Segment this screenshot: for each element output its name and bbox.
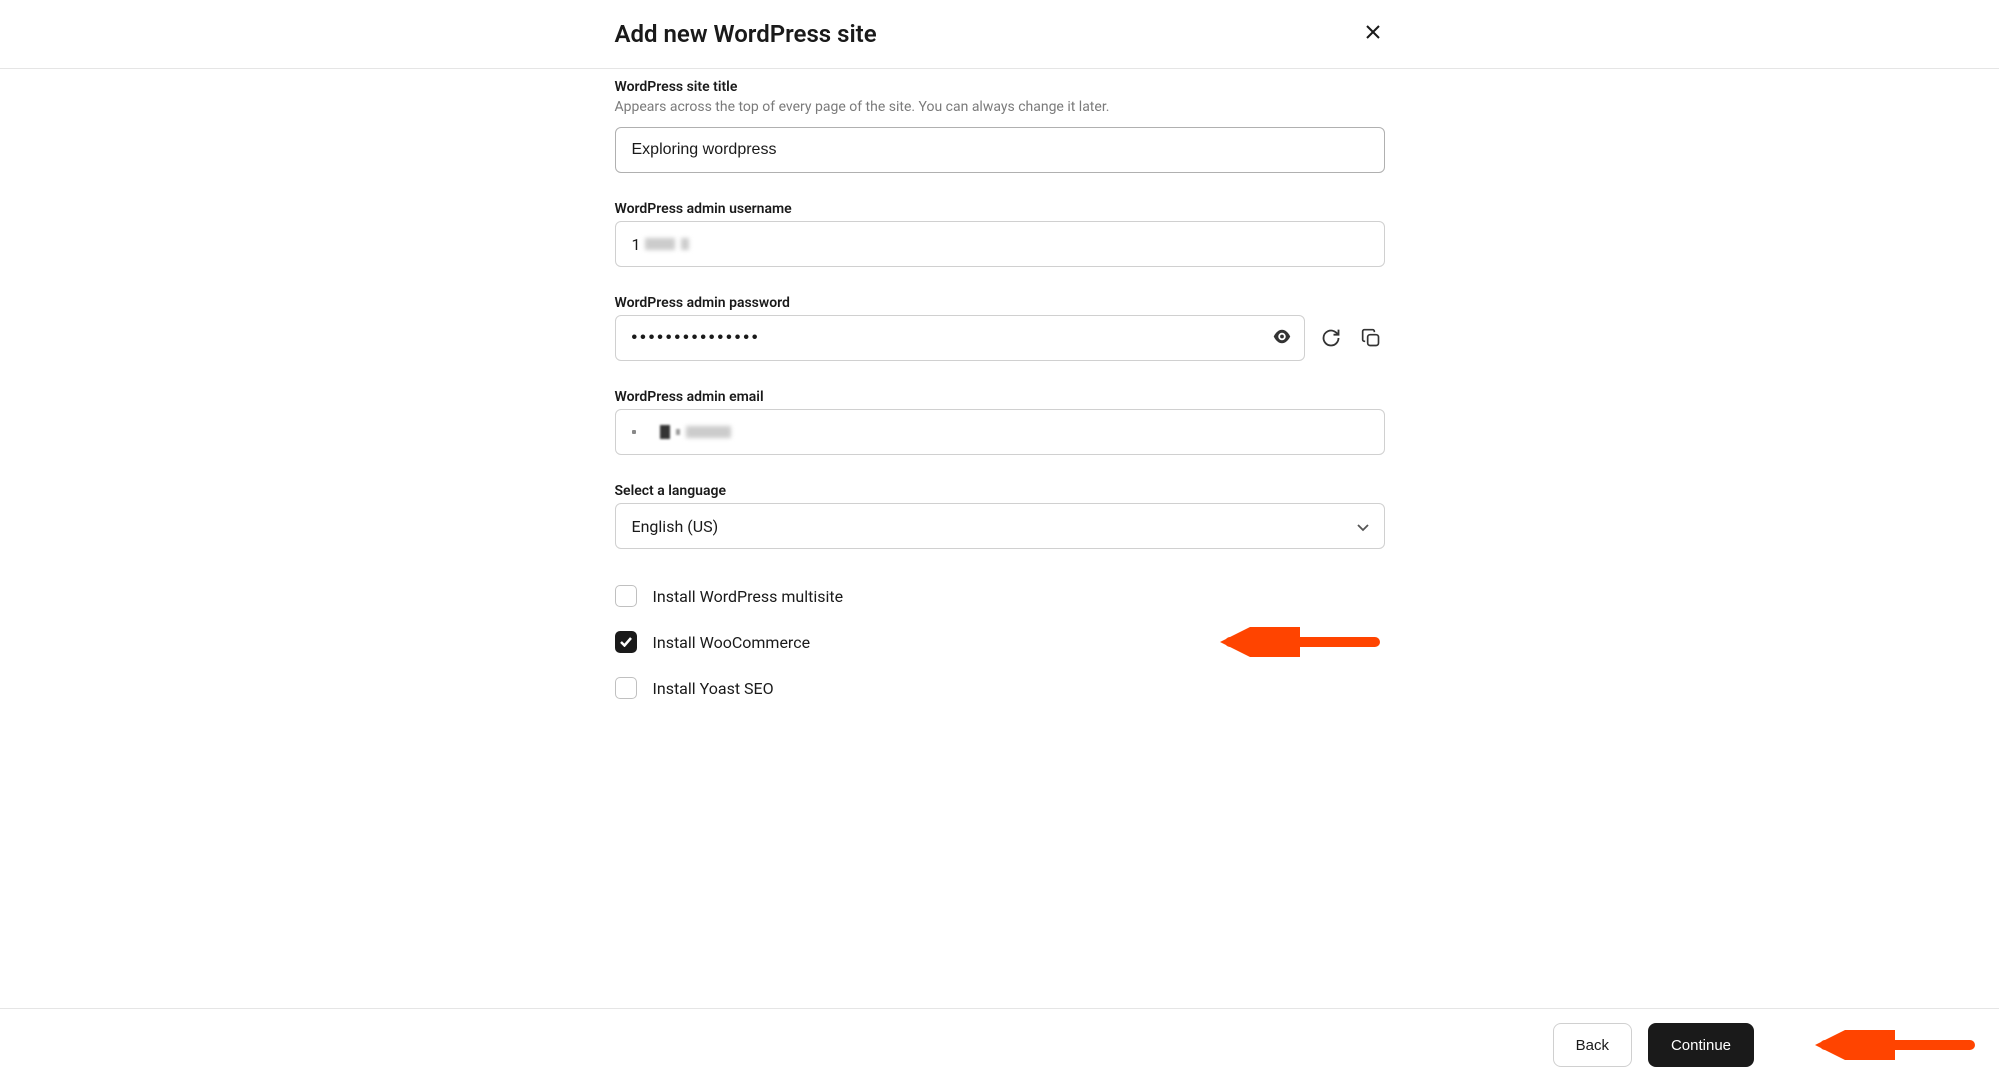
page-title: Add new WordPress site (615, 20, 877, 48)
yoast-checkbox[interactable] (615, 677, 637, 699)
redacted-text (645, 238, 675, 250)
redacted-text (676, 429, 680, 435)
refresh-icon (1321, 328, 1341, 348)
page-footer: Back Continue (0, 1008, 1999, 1081)
form-group-admin-email: WordPress admin email (615, 389, 1385, 455)
language-selected-value: English (US) (632, 517, 719, 536)
multisite-checkbox-label[interactable]: Install WordPress multisite (653, 587, 844, 606)
form-group-language: Select a language English (US) (615, 483, 1385, 549)
checkbox-group: Install WordPress multisite Install WooC… (615, 585, 1385, 699)
site-title-input[interactable] (615, 127, 1385, 173)
language-label: Select a language (615, 483, 1385, 499)
site-title-label: WordPress site title (615, 79, 1385, 95)
form-container: WordPress site title Appears across the … (610, 69, 1390, 803)
form-group-admin-password: WordPress admin password (615, 295, 1385, 361)
admin-username-input[interactable]: 1 (615, 221, 1385, 267)
copy-password-button[interactable] (1357, 324, 1385, 352)
yoast-checkbox-label[interactable]: Install Yoast SEO (653, 679, 774, 698)
admin-email-input[interactable] (615, 409, 1385, 455)
admin-username-label: WordPress admin username (615, 201, 1385, 217)
redacted-text (686, 426, 731, 438)
regenerate-password-button[interactable] (1317, 324, 1345, 352)
woocommerce-checkbox-label[interactable]: Install WooCommerce (653, 633, 811, 652)
admin-username-value: 1 (632, 235, 641, 254)
form-group-site-title: WordPress site title Appears across the … (615, 79, 1385, 173)
admin-password-input[interactable] (615, 315, 1305, 361)
page-header: Add new WordPress site (0, 0, 1999, 69)
back-button[interactable]: Back (1553, 1023, 1632, 1067)
language-select[interactable]: English (US) (615, 503, 1385, 549)
redacted-text (632, 430, 636, 434)
eye-icon (1273, 330, 1291, 344)
multisite-checkbox[interactable] (615, 585, 637, 607)
redacted-text (681, 238, 689, 250)
checkbox-row-yoast: Install Yoast SEO (615, 677, 1385, 699)
copy-icon (1361, 328, 1381, 348)
close-button[interactable] (1361, 20, 1385, 48)
continue-button[interactable]: Continue (1648, 1023, 1754, 1067)
checkbox-row-woocommerce: Install WooCommerce (615, 631, 1385, 653)
annotation-arrow-icon (1800, 1030, 1975, 1060)
admin-email-label: WordPress admin email (615, 389, 1385, 405)
annotation-arrow-icon (1205, 627, 1380, 657)
site-title-hint: Appears across the top of every page of … (615, 99, 1385, 115)
admin-password-label: WordPress admin password (615, 295, 1385, 311)
toggle-password-visibility-button[interactable] (1273, 329, 1291, 348)
close-icon (1365, 24, 1381, 40)
redacted-text (660, 425, 670, 439)
checkbox-row-multisite: Install WordPress multisite (615, 585, 1385, 607)
form-group-admin-username: WordPress admin username 1 (615, 201, 1385, 267)
woocommerce-checkbox[interactable] (615, 631, 637, 653)
